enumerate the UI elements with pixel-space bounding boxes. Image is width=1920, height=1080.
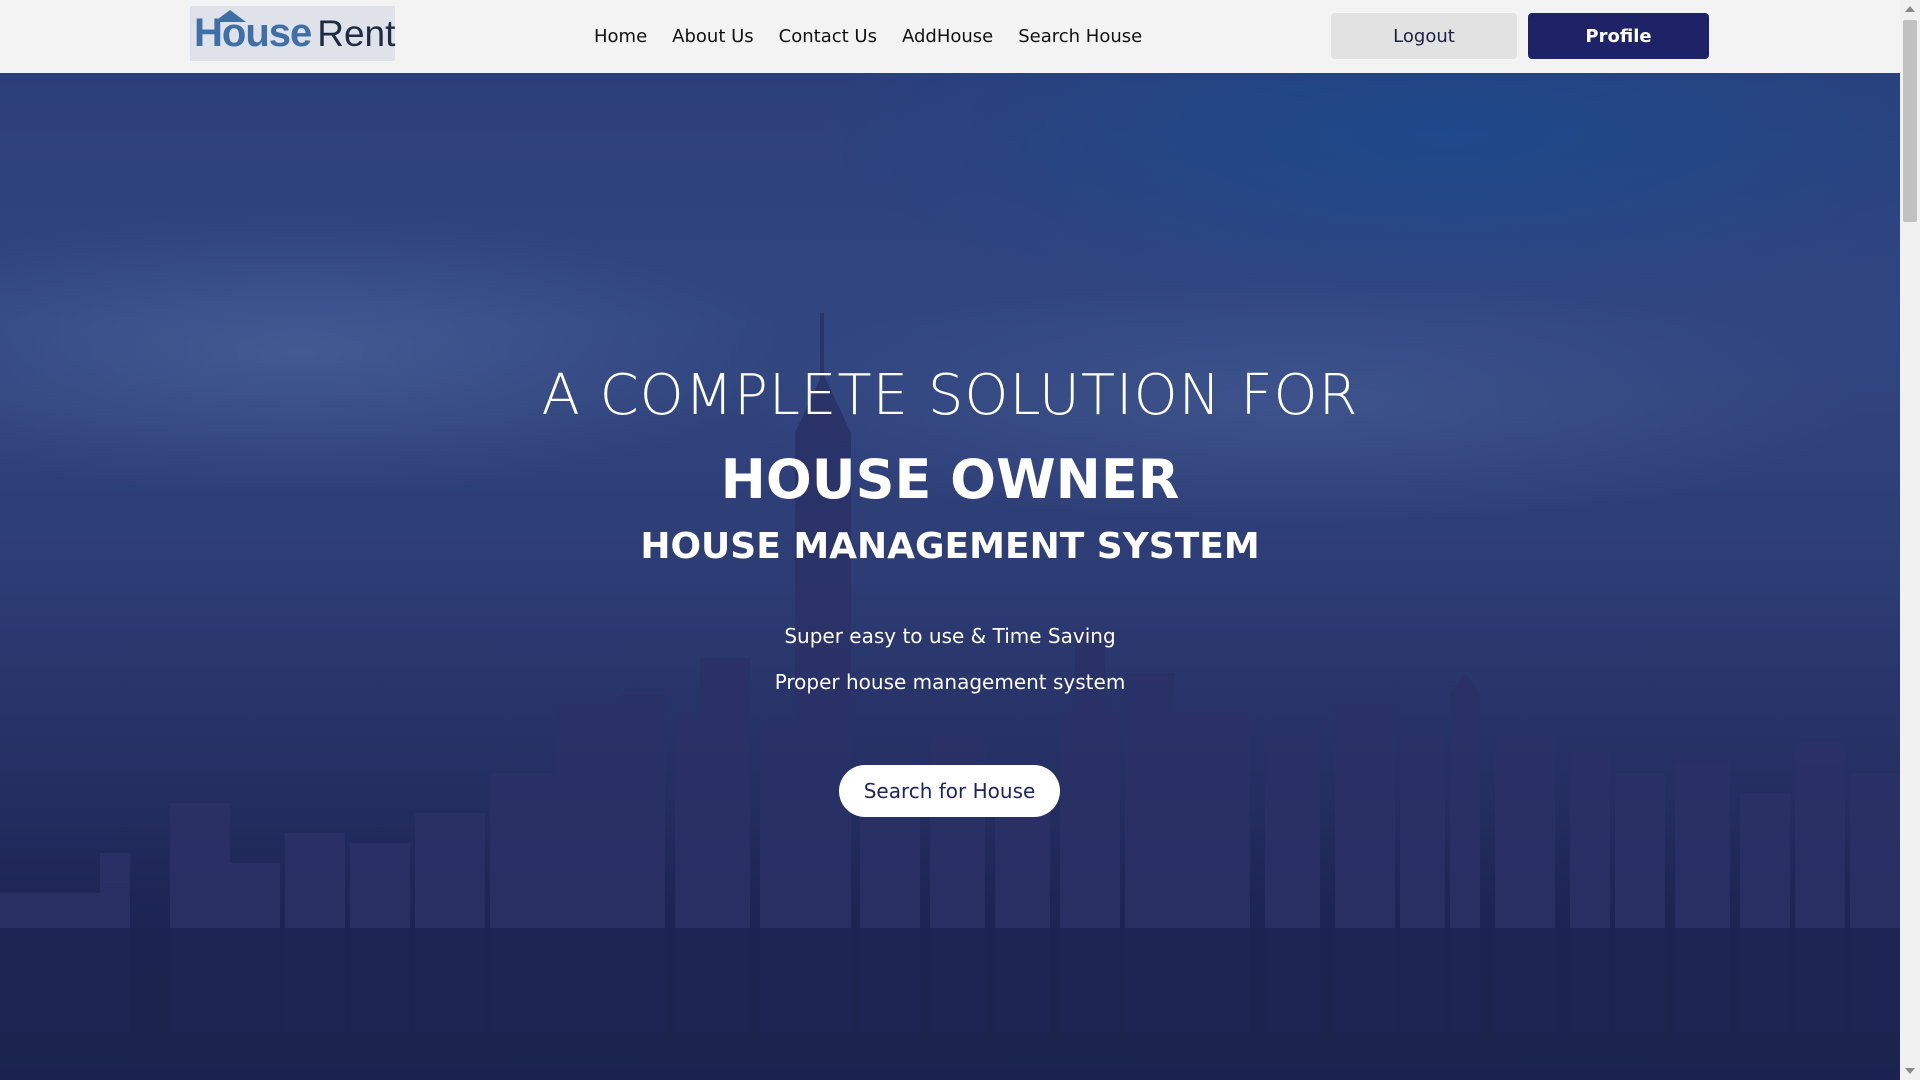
logo-rent-text: Rent <box>317 12 396 54</box>
scrollbar-thumb[interactable] <box>1903 20 1917 222</box>
nav-home[interactable]: Home <box>594 26 647 47</box>
hero-heading-line1: A COMPLETE SOLUTION FOR <box>541 363 1359 428</box>
hero-heading-line2: HOUSE OWNER <box>720 448 1180 511</box>
nav-add-house[interactable]: AddHouse <box>902 26 993 47</box>
hero-section: A COMPLETE SOLUTION FOR HOUSE OWNER HOUS… <box>0 73 1900 1080</box>
navbar: House Rent Home About Us Contact Us AddH… <box>0 0 1900 73</box>
hero-heading-line3: HOUSE MANAGEMENT SYSTEM <box>640 526 1260 567</box>
nav-contact-us[interactable]: Contact Us <box>779 26 877 47</box>
logo-house-text: House <box>194 11 312 55</box>
scroll-down-arrow-icon[interactable] <box>1905 1068 1915 1074</box>
logout-button[interactable]: Logout <box>1331 13 1517 59</box>
page-scrollbar[interactable] <box>1900 0 1920 1080</box>
main-nav: Home About Us Contact Us AddHouse Search… <box>594 0 1167 73</box>
scroll-up-arrow-icon[interactable] <box>1905 6 1915 12</box>
hero-tagline-2: Proper house management system <box>774 670 1126 694</box>
house-rent-logo[interactable]: House Rent <box>190 6 395 61</box>
hero-tagline-1: Super easy to use & Time Saving <box>784 624 1116 648</box>
search-for-house-button[interactable]: Search for House <box>839 765 1060 817</box>
nav-about-us[interactable]: About Us <box>672 26 754 47</box>
nav-search-house[interactable]: Search House <box>1018 26 1142 47</box>
city-skyline-background <box>0 313 1900 1080</box>
profile-button[interactable]: Profile <box>1528 13 1709 59</box>
